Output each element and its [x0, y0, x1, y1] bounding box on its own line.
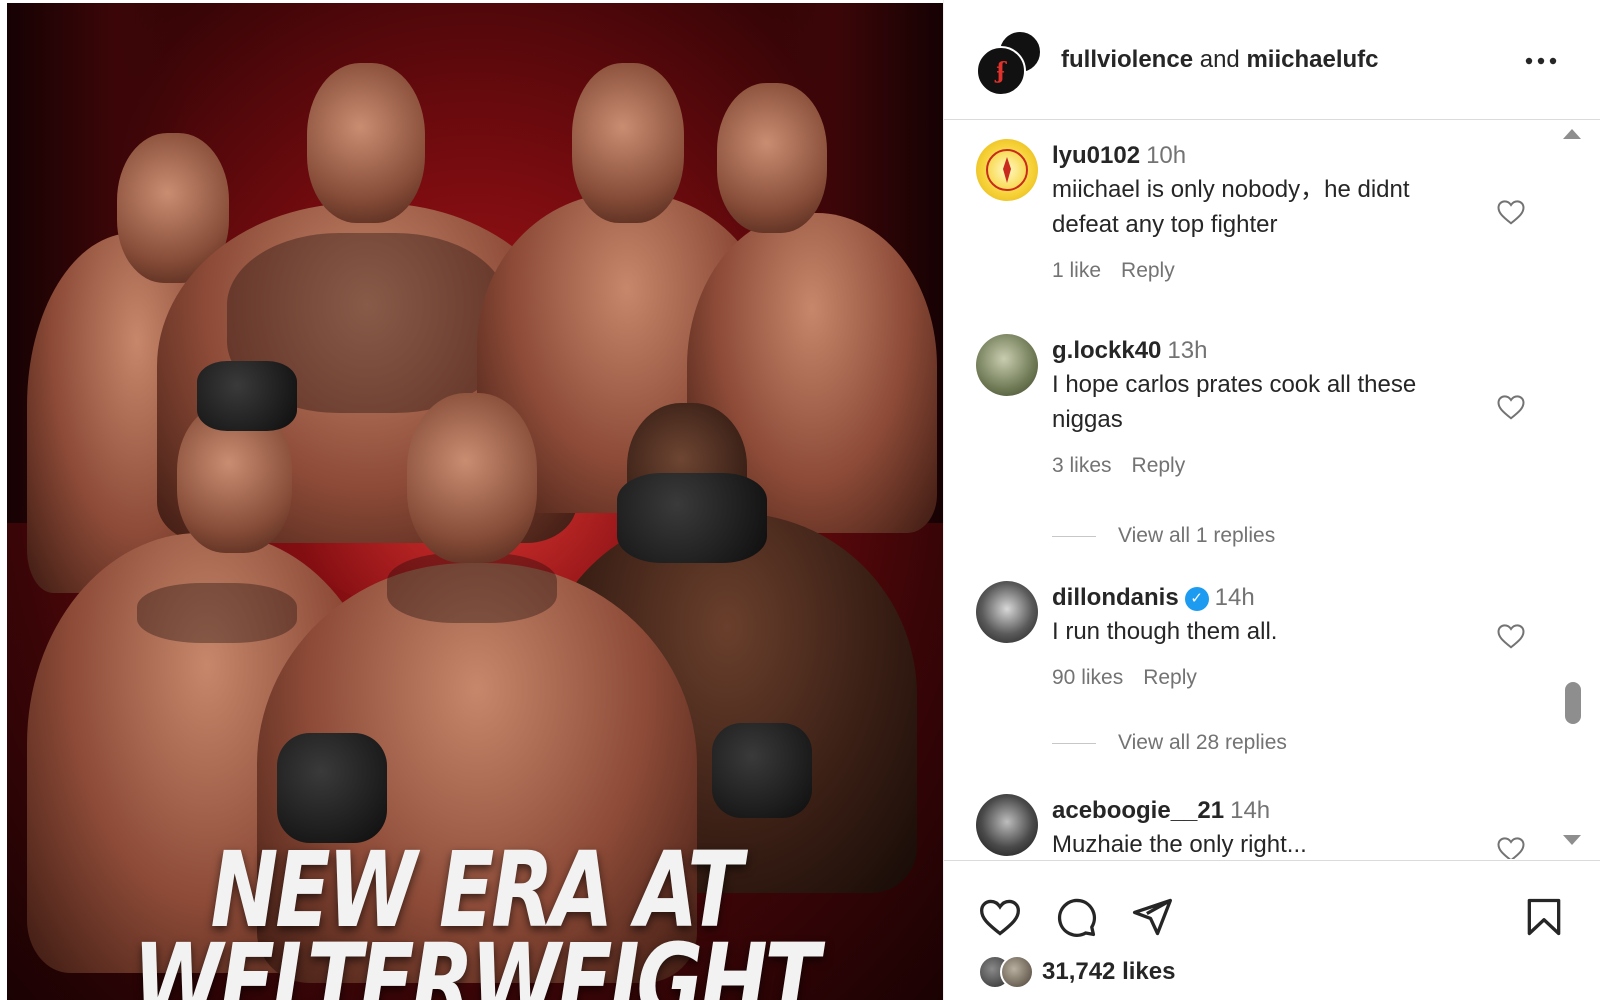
- comment-text: miichael is only nobody，he didnt defeat …: [1052, 176, 1410, 238]
- comment-body: dillondanis ✓ 14h I run though them all. 9…: [1052, 581, 1472, 690]
- scroll-down-arrow-icon[interactable]: [1563, 835, 1581, 845]
- comment-avatar[interactable]: [976, 794, 1038, 856]
- comment-time[interactable]: 14h: [1230, 797, 1270, 824]
- replies-divider: [1052, 535, 1096, 537]
- avatar-fullviolence[interactable]: ʄ: [976, 46, 1026, 96]
- scroll-up-arrow-icon[interactable]: [1563, 129, 1581, 139]
- post-header: ʄ fullviolence and miichaelufc: [944, 0, 1600, 120]
- send-icon[interactable]: [1130, 895, 1174, 939]
- view-replies-label: View all 28 replies: [1118, 731, 1287, 754]
- comment-username[interactable]: aceboogie__21: [1052, 797, 1224, 824]
- more-horizontal-icon[interactable]: [1525, 52, 1557, 66]
- comment-like-heart-icon[interactable]: [1496, 392, 1526, 422]
- author-link-fullviolence[interactable]: fullviolence: [1061, 46, 1193, 73]
- comment-time[interactable]: 13h: [1167, 337, 1207, 364]
- comment-time[interactable]: 10h: [1146, 142, 1186, 169]
- comment-text: I hope carlos prates cook all these nigg…: [1052, 371, 1417, 433]
- reply-button[interactable]: Reply: [1143, 666, 1197, 689]
- comment-avatar[interactable]: [976, 581, 1038, 643]
- comment-like-heart-icon[interactable]: [1496, 197, 1526, 227]
- collab-avatars[interactable]: ʄ: [976, 30, 1042, 96]
- comment-item: g.lockk40 13h I hope carlos prates cook a…: [944, 334, 1544, 564]
- comment-time[interactable]: 14h: [1215, 584, 1255, 611]
- heart-icon[interactable]: [978, 895, 1022, 939]
- comment-avatar[interactable]: [976, 334, 1038, 396]
- comment-like-heart-icon[interactable]: [1496, 834, 1526, 859]
- comment-likes[interactable]: 1 like: [1052, 259, 1101, 282]
- comment-avatar[interactable]: [976, 139, 1038, 201]
- view-replies-label: View all 1 replies: [1118, 524, 1276, 547]
- liker-avatar: [1000, 955, 1034, 989]
- instagram-post-window: NEW ERA AT WELTERWEIGHT ʄ fullviolence a…: [0, 0, 1600, 1000]
- post-actions-bar: 31,742 likes: [944, 860, 1600, 1000]
- verified-badge-icon: ✓: [1184, 587, 1209, 611]
- post-authors: fullviolence and miichaelufc: [1061, 46, 1378, 74]
- comment-body: g.lockk40 13h I hope carlos prates cook a…: [1052, 334, 1472, 478]
- reply-button[interactable]: Reply: [1132, 454, 1186, 477]
- comment-item: aceboogie__21 14h Muzhaie the only right.…: [944, 794, 1544, 859]
- comment-text: Muzhaie the only right...: [1052, 831, 1307, 858]
- comment-like-heart-icon[interactable]: [1496, 621, 1526, 651]
- likes-summary[interactable]: 31,742 likes: [978, 955, 1175, 989]
- glove-center: [277, 733, 387, 843]
- bookmark-icon[interactable]: [1522, 895, 1566, 939]
- view-replies-button[interactable]: View all 28 replies: [1052, 731, 1287, 755]
- comment-likes[interactable]: 90 likes: [1052, 666, 1123, 689]
- comment-likes[interactable]: 3 likes: [1052, 454, 1112, 477]
- comment-icon[interactable]: [1054, 895, 1098, 939]
- comment-username[interactable]: dillondanis: [1052, 584, 1179, 611]
- comment-item: lyu0102 10h miichael is only nobody，he di…: [944, 139, 1544, 309]
- comment-item: dillondanis ✓ 14h I run though them all. 9…: [944, 581, 1544, 781]
- view-replies-button[interactable]: View all 1 replies: [1052, 524, 1275, 548]
- comment-body: lyu0102 10h miichael is only nobody，he di…: [1052, 139, 1472, 283]
- comment-body: aceboogie__21 14h Muzhaie the only right.…: [1052, 794, 1472, 859]
- comment-text: I run though them all.: [1052, 618, 1278, 645]
- scrollbar-thumb[interactable]: [1565, 682, 1581, 724]
- likes-count[interactable]: 31,742 likes: [1042, 958, 1175, 986]
- glove-right-upper: [617, 473, 767, 563]
- comments-list[interactable]: lyu0102 10h miichael is only nobody，he di…: [944, 121, 1600, 859]
- author-link-miichaelufc[interactable]: miichaelufc: [1246, 46, 1378, 73]
- glove-left: [197, 361, 297, 431]
- post-sidebar: ʄ fullviolence and miichaelufc lyu0102 10…: [943, 0, 1600, 1000]
- reply-button[interactable]: Reply: [1121, 259, 1175, 282]
- comment-username[interactable]: lyu0102: [1052, 142, 1140, 169]
- replies-divider: [1052, 742, 1096, 744]
- poster-title-line2: WELTERWEIGHT: [133, 921, 820, 1000]
- post-image[interactable]: NEW ERA AT WELTERWEIGHT: [7, 3, 943, 1000]
- comment-username[interactable]: g.lockk40: [1052, 337, 1161, 364]
- author-connector: and: [1199, 46, 1240, 73]
- glove-right-lower: [712, 723, 812, 818]
